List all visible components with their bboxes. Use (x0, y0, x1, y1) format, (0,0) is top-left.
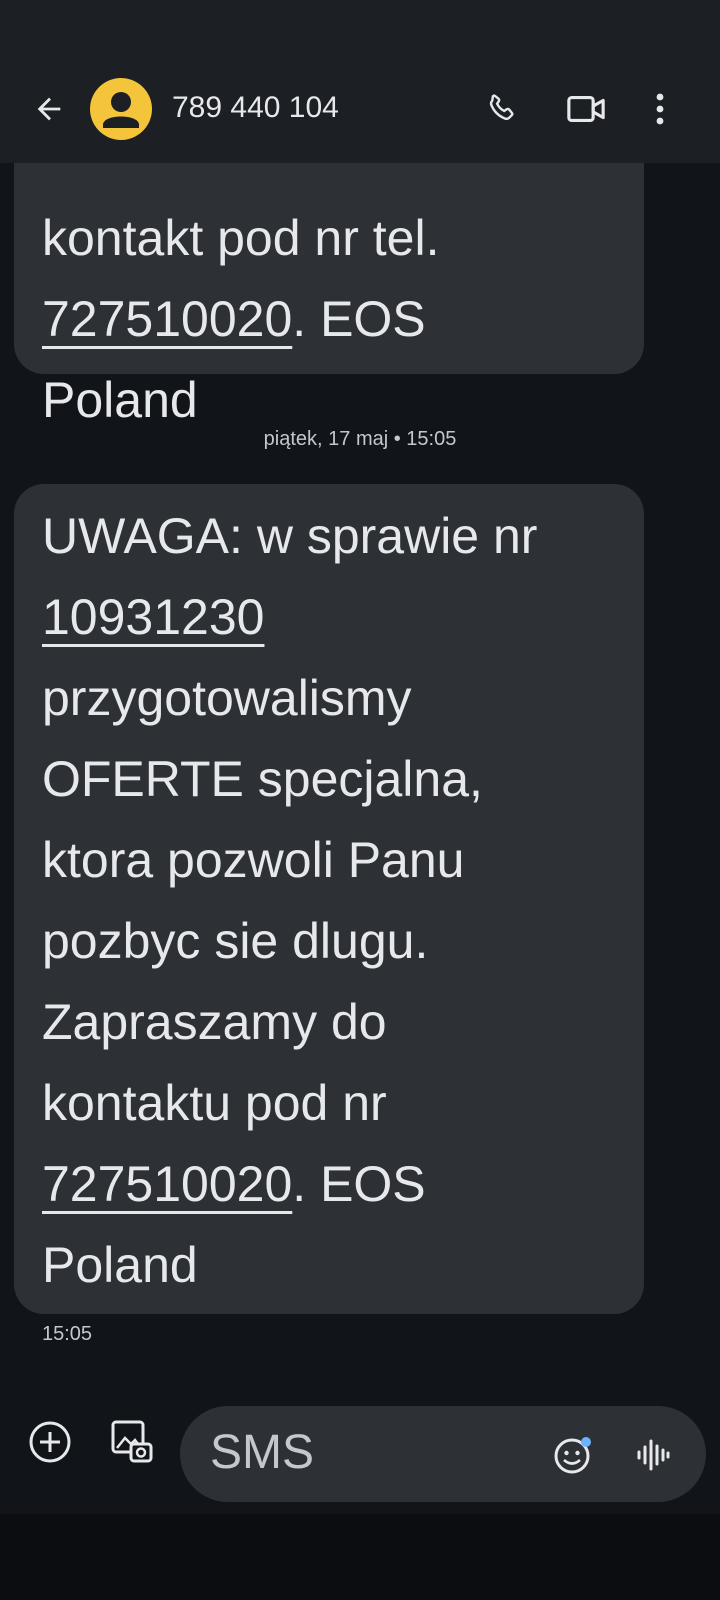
date-separator: piątek, 17 maj • 15:05 (263, 428, 457, 450)
message-line: UWAGA: w sprawie nr (42, 508, 538, 564)
more-vert-icon[interactable] (640, 84, 680, 134)
phone-number-link[interactable]: 727510020 (42, 291, 292, 347)
voice-waveform-icon[interactable] (632, 1434, 674, 1476)
message-line: 727510020. EOS (42, 1144, 616, 1225)
message-line: kontaktu pod nr (42, 1075, 387, 1131)
conversation-screen: kontakt pod nr tel. 727510020. EOS Polan… (0, 0, 720, 1600)
message-line: ktora pozwoli Panu (42, 832, 465, 888)
message-input-placeholder: SMS (210, 1426, 315, 1479)
emoji-icon[interactable] (552, 1434, 594, 1476)
conversation-header: 789 440 104 (0, 0, 720, 163)
video-camera-icon[interactable] (556, 84, 616, 134)
composer-bar: SMS (0, 1390, 720, 1502)
message-list[interactable]: kontakt pod nr tel. 727510020. EOS Polan… (0, 0, 720, 1400)
navigation-bar-area (0, 1514, 720, 1600)
message-input[interactable]: SMS (180, 1406, 706, 1502)
add-circle-icon[interactable] (24, 1416, 76, 1468)
message-text: . EOS (292, 1156, 426, 1212)
message-line: przygotowalismy (42, 670, 412, 726)
phone-number-link[interactable]: 727510020 (42, 1156, 292, 1212)
message-line: kontakt pod nr tel. (42, 210, 440, 266)
message-line: Zapraszamy do (42, 994, 387, 1050)
message-text: . EOS (292, 291, 426, 347)
person-icon (103, 92, 139, 128)
message-line: 10931230 (42, 577, 616, 658)
message-bubble-main[interactable]: UWAGA: w sprawie nr 10931230 przygotowal… (14, 484, 644, 1314)
message-line: pozbyc sie dlugu. (42, 913, 429, 969)
back-arrow-icon[interactable] (24, 84, 74, 134)
phone-icon[interactable] (476, 84, 526, 134)
gallery-icon[interactable] (106, 1414, 158, 1470)
case-number-link[interactable]: 10931230 (42, 589, 264, 645)
message-line: OFERTE specjalna, (42, 751, 483, 807)
message-line: 727510020. EOS (42, 279, 616, 360)
message-timestamp: 15:05 (42, 1323, 93, 1345)
message-line: Poland (42, 1237, 198, 1293)
contact-name[interactable]: 789 440 104 (172, 89, 339, 127)
avatar[interactable] (90, 78, 152, 140)
